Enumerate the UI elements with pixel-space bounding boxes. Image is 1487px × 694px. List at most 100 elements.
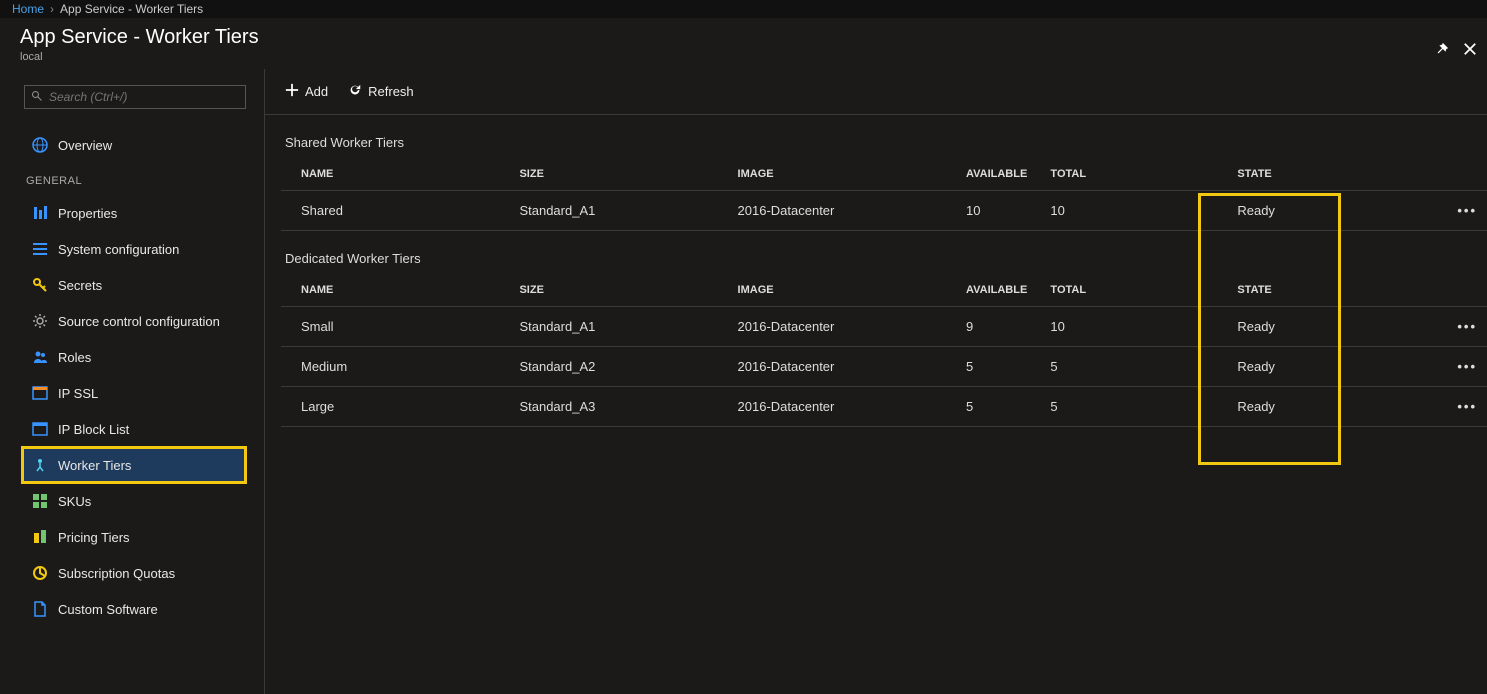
sidebar-item-skus[interactable]: SKUs <box>22 483 246 519</box>
toolbar: Add Refresh <box>265 69 1487 115</box>
sidebar-item-label: Secrets <box>58 278 102 293</box>
cell-size: Standard_A1 <box>509 307 727 347</box>
row-menu-button[interactable]: ••• <box>1445 387 1487 427</box>
cell-total: 10 <box>1040 191 1227 231</box>
sidebar-item-label: Custom Software <box>58 602 158 617</box>
cell-image: 2016-Datacenter <box>728 387 956 427</box>
cell-total: 5 <box>1040 387 1227 427</box>
sidebar-item-roles[interactable]: Roles <box>22 339 246 375</box>
plus-icon <box>285 83 299 100</box>
cell-name: Small <box>281 307 509 347</box>
row-menu-button[interactable]: ••• <box>1445 307 1487 347</box>
sidebar-item-properties[interactable]: Properties <box>22 195 246 231</box>
search-input-wrapper[interactable] <box>24 85 246 109</box>
gear-icon <box>32 313 48 329</box>
cell-name: Large <box>281 387 509 427</box>
col-image[interactable]: IMAGE <box>728 158 956 191</box>
cell-available: 10 <box>956 191 1040 231</box>
worker-icon <box>32 457 48 473</box>
sidebar-item-custom-software[interactable]: Custom Software <box>22 591 246 627</box>
sidebar-item-ip-block[interactable]: IP Block List <box>22 411 246 447</box>
globe-icon <box>32 137 48 153</box>
table-row[interactable]: SmallStandard_A12016-Datacenter910Ready•… <box>281 307 1487 347</box>
pin-icon[interactable] <box>1435 42 1449 59</box>
cell-image: 2016-Datacenter <box>728 191 956 231</box>
sidebar: Overview GENERAL Properties System confi… <box>0 69 265 694</box>
window-icon <box>32 385 48 401</box>
table-row[interactable]: LargeStandard_A32016-Datacenter55Ready••… <box>281 387 1487 427</box>
col-available[interactable]: AVAILABLE <box>956 158 1040 191</box>
people-icon <box>32 349 48 365</box>
sidebar-item-label: IP SSL <box>58 386 98 401</box>
cell-size: Standard_A3 <box>509 387 727 427</box>
sidebar-item-subscription-quotas[interactable]: Subscription Quotas <box>22 555 246 591</box>
search-input[interactable] <box>49 90 239 104</box>
table-row[interactable]: MediumStandard_A22016-Datacenter55Ready•… <box>281 347 1487 387</box>
list-icon <box>32 241 48 257</box>
key-icon <box>32 277 48 293</box>
col-available[interactable]: AVAILABLE <box>956 274 1040 307</box>
close-icon[interactable] <box>1463 42 1477 59</box>
search-icon <box>31 90 49 105</box>
sidebar-item-source-control[interactable]: Source control configuration <box>22 303 246 339</box>
dedicated-table: NAME SIZE IMAGE AVAILABLE TOTAL STATE Sm… <box>281 274 1487 427</box>
sidebar-item-label: System configuration <box>58 242 179 257</box>
cell-total: 10 <box>1040 307 1227 347</box>
breadcrumb-separator: › <box>50 2 54 16</box>
add-label: Add <box>305 84 328 99</box>
sidebar-item-worker-tiers[interactable]: Worker Tiers <box>22 447 246 483</box>
page-subtitle: local <box>20 51 1467 63</box>
sidebar-item-label: SKUs <box>58 494 91 509</box>
col-name[interactable]: NAME <box>281 158 509 191</box>
row-menu-button[interactable]: ••• <box>1445 347 1487 387</box>
col-image[interactable]: IMAGE <box>728 274 956 307</box>
shared-table: NAME SIZE IMAGE AVAILABLE TOTAL STATE Sh… <box>281 158 1487 231</box>
cell-available: 5 <box>956 347 1040 387</box>
cell-state: Ready <box>1227 191 1445 231</box>
content-pane: Add Refresh Shared Worker Tiers NAME SIZ… <box>265 69 1487 694</box>
col-total[interactable]: TOTAL <box>1040 274 1227 307</box>
row-menu-button[interactable]: ••• <box>1445 191 1487 231</box>
pricing-icon <box>32 529 48 545</box>
sidebar-item-label: Subscription Quotas <box>58 566 175 581</box>
sidebar-item-secrets[interactable]: Secrets <box>22 267 246 303</box>
sidebar-item-label: Pricing Tiers <box>58 530 130 545</box>
col-size[interactable]: SIZE <box>509 158 727 191</box>
cell-image: 2016-Datacenter <box>728 347 956 387</box>
sidebar-item-ip-ssl[interactable]: IP SSL <box>22 375 246 411</box>
breadcrumb-current: App Service - Worker Tiers <box>60 2 203 16</box>
sidebar-section-general: GENERAL <box>26 175 246 187</box>
sidebar-item-system-configuration[interactable]: System configuration <box>22 231 246 267</box>
shared-section-title: Shared Worker Tiers <box>265 115 1487 158</box>
sidebar-item-label: IP Block List <box>58 422 129 437</box>
page-title: App Service - Worker Tiers <box>20 26 1467 49</box>
refresh-label: Refresh <box>368 84 414 99</box>
sidebar-item-label: Roles <box>58 350 91 365</box>
cell-state: Ready <box>1227 307 1445 347</box>
col-total[interactable]: TOTAL <box>1040 158 1227 191</box>
col-state[interactable]: STATE <box>1227 158 1445 191</box>
cell-state: Ready <box>1227 387 1445 427</box>
cell-size: Standard_A2 <box>509 347 727 387</box>
document-icon <box>32 601 48 617</box>
cell-total: 5 <box>1040 347 1227 387</box>
breadcrumb-home[interactable]: Home <box>12 2 44 16</box>
sidebar-item-label: Worker Tiers <box>58 458 131 473</box>
pie-icon <box>32 565 48 581</box>
grid-icon <box>32 493 48 509</box>
table-row[interactable]: SharedStandard_A12016-Datacenter1010Read… <box>281 191 1487 231</box>
breadcrumb: Home › App Service - Worker Tiers <box>0 0 1487 18</box>
cell-name: Shared <box>281 191 509 231</box>
sidebar-item-label: Source control configuration <box>58 314 220 329</box>
dedicated-section-title: Dedicated Worker Tiers <box>265 231 1487 274</box>
refresh-icon <box>348 83 362 100</box>
sidebar-item-overview[interactable]: Overview <box>22 127 246 163</box>
col-name[interactable]: NAME <box>281 274 509 307</box>
col-size[interactable]: SIZE <box>509 274 727 307</box>
col-state[interactable]: STATE <box>1227 274 1445 307</box>
blade-header: App Service - Worker Tiers local <box>0 18 1487 69</box>
add-button[interactable]: Add <box>285 83 328 100</box>
sidebar-item-pricing-tiers[interactable]: Pricing Tiers <box>22 519 246 555</box>
window-icon <box>32 421 48 437</box>
refresh-button[interactable]: Refresh <box>348 83 414 100</box>
